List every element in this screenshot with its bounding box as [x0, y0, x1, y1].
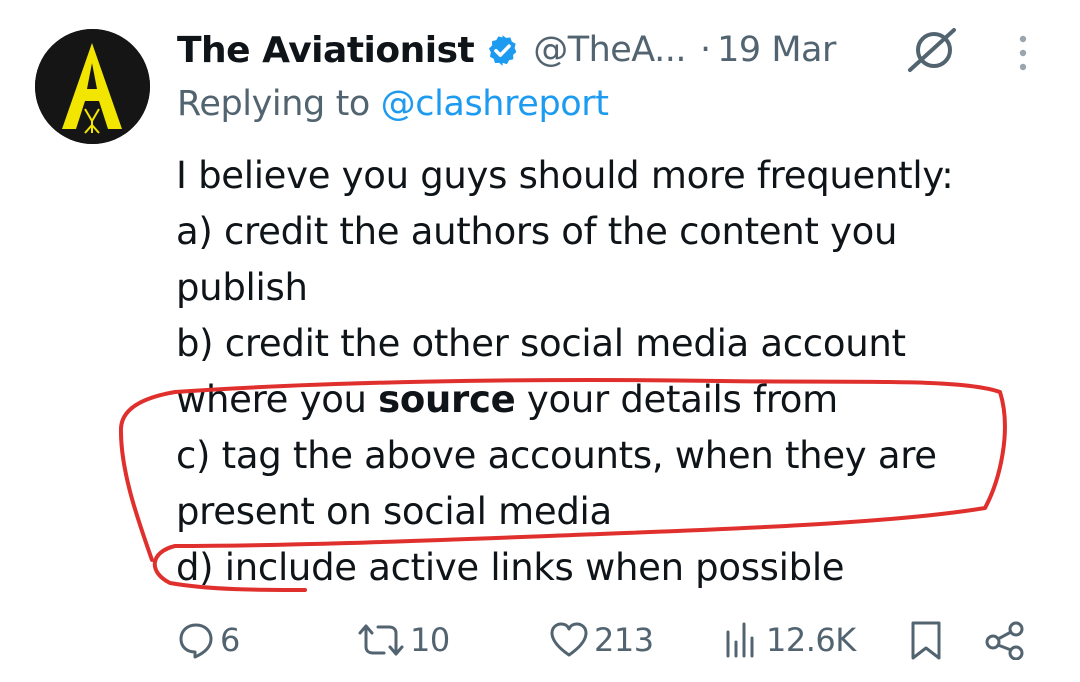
- tweet-text: I believe you guys should more frequentl…: [176, 148, 1036, 596]
- like-count: 213: [594, 621, 654, 659]
- tweet-line: where you source your details from: [176, 372, 1036, 428]
- replying-to-label: Replying to: [177, 84, 381, 124]
- reply-count: 6: [220, 621, 240, 659]
- aviationist-logo: [35, 29, 150, 144]
- share-icon: [985, 621, 1024, 660]
- grok-icon[interactable]: [906, 26, 960, 74]
- header-separator: ·: [700, 30, 712, 70]
- bookmark-icon: [911, 621, 941, 660]
- like-button[interactable]: 213: [548, 612, 654, 668]
- tweet-line: present on social media: [176, 490, 612, 533]
- tweet-line: c) tag the above accounts, when they are: [176, 434, 937, 477]
- replying-to-handle[interactable]: @clashreport: [381, 84, 609, 124]
- tweet-line: publish: [176, 266, 308, 309]
- author-handle[interactable]: @TheA...: [533, 30, 686, 70]
- avatar[interactable]: [35, 29, 150, 144]
- analytics-icon: [726, 622, 754, 658]
- tweet-date[interactable]: 19 Mar: [717, 30, 836, 70]
- action-bar: 6 10 213 12.6K: [0, 612, 1080, 668]
- repost-button[interactable]: 10: [356, 612, 450, 668]
- display-name[interactable]: The Aviationist: [177, 30, 475, 71]
- replying-to: Replying to @clashreport: [177, 84, 609, 124]
- views-button[interactable]: 12.6K: [722, 612, 856, 668]
- heart-icon: [550, 622, 588, 657]
- tweet-bold-text: source: [378, 378, 516, 421]
- verified-badge-icon[interactable]: [485, 33, 520, 68]
- tweet-header: The Aviationist @TheA... · 19 Mar: [177, 24, 836, 76]
- share-button[interactable]: [984, 612, 1026, 668]
- reply-icon: [179, 623, 213, 659]
- tweet-line: a) credit the authors of the content you: [176, 210, 898, 253]
- repost-icon: [358, 624, 404, 656]
- more-options-icon[interactable]: [1012, 33, 1034, 73]
- reply-button[interactable]: 6: [176, 612, 240, 668]
- tweet-line: d) include active links when possible: [176, 546, 845, 589]
- tweet-text-segment: your details from: [515, 378, 838, 421]
- bookmark-button[interactable]: [908, 612, 944, 668]
- repost-count: 10: [410, 621, 450, 659]
- tweet-line: I believe you guys should more frequentl…: [176, 154, 954, 197]
- tweet-line: b) credit the other social media account: [176, 322, 906, 365]
- views-count: 12.6K: [766, 621, 856, 659]
- tweet-text-segment: where you: [176, 378, 379, 421]
